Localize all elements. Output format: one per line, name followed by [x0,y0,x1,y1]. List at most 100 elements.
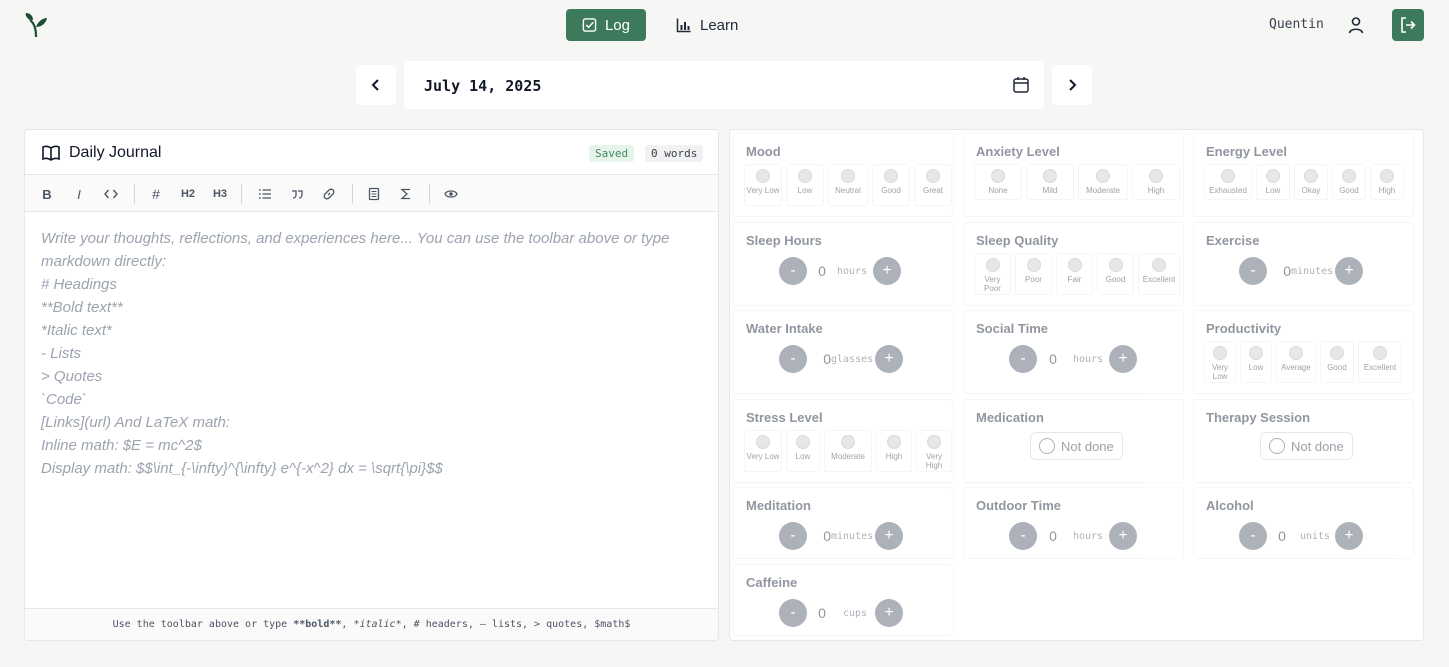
list-icon [258,189,271,199]
face-icon [1213,346,1227,360]
bold-button[interactable]: B [36,184,58,204]
sleep-hours-increment-button[interactable]: + [873,257,901,285]
caffeine-decrement-button[interactable]: - [779,599,807,627]
anxiety-option[interactable]: High [1132,164,1180,200]
mood-option[interactable]: Very Low [744,164,782,206]
productivity-option[interactable]: Very Low [1204,341,1236,383]
stress-card: Stress Level Very Low Low Moderate High … [733,399,954,483]
preview-button[interactable] [440,184,462,204]
alcohol-increment-button[interactable]: + [1335,522,1363,550]
face-icon [1043,169,1057,183]
anxiety-option[interactable]: Moderate [1078,164,1128,200]
productivity-card: Productivity Very Low Low Average Good E… [1193,310,1414,394]
sleep-quality-option[interactable]: Very Poor [974,253,1011,295]
code-button[interactable] [100,184,122,204]
sleep-hours-unit: hours [837,265,868,277]
meditation-increment-button[interactable]: + [875,522,903,550]
anxiety-option[interactable]: None [974,164,1022,200]
caffeine-increment-button[interactable]: + [875,599,903,627]
heading-button[interactable]: # [145,184,167,204]
sleep-hours-decrement-button[interactable]: - [779,257,807,285]
journal-editor[interactable]: Write your thoughts, reflections, and ex… [41,227,701,480]
mood-option[interactable]: Low [786,164,824,206]
therapy-toggle[interactable]: Not done [1260,432,1353,460]
stress-option[interactable]: Low [786,430,820,472]
water-increment-button[interactable]: + [875,345,903,373]
italic-button[interactable]: I [68,184,90,204]
h3-button[interactable]: H3 [209,184,231,204]
meditation-card: Meditation - 0 minutes + [733,487,954,559]
battery-icon [1380,169,1394,183]
journal-panel: Daily Journal Saved 0 words B I # H2 H3 … [24,129,719,641]
stress-option[interactable]: Moderate [824,430,872,472]
circle-icon [1039,438,1055,454]
energy-option[interactable]: Good [1332,164,1366,200]
productivity-option[interactable]: Low [1240,341,1272,383]
energy-option[interactable]: Exhausted [1204,164,1252,200]
outdoor-increment-button[interactable]: + [1109,522,1137,550]
social-value: 0 [1049,351,1057,367]
nav-log-button[interactable]: Log [566,9,646,41]
sleep-quality-option[interactable]: Good [1097,253,1134,295]
previous-day-button[interactable] [356,65,396,105]
next-day-button[interactable] [1052,65,1092,105]
alcohol-decrement-button[interactable]: - [1239,522,1267,550]
face-icon [1026,258,1041,272]
logout-button[interactable] [1392,9,1424,41]
exercise-decrement-button[interactable]: - [1239,257,1267,285]
energy-title: Energy Level [1206,144,1287,159]
social-decrement-button[interactable]: - [1009,345,1037,373]
face-icon [1067,258,1082,272]
energy-card: Energy Level Exhausted Low Okay Good Hig… [1193,133,1414,217]
medication-state: Not done [1061,438,1114,454]
date-picker[interactable]: July 14, 2025 [404,61,1044,109]
social-increment-button[interactable]: + [1109,345,1137,373]
caffeine-title: Caffeine [746,575,798,590]
list-button[interactable] [254,184,276,204]
mood-title: Mood [746,144,781,159]
nav-learn-button[interactable]: Learn [660,9,754,41]
lightning-icon [1342,169,1356,183]
social-card: Social Time - 0 hours + [963,310,1184,394]
h2-button[interactable]: H2 [177,184,199,204]
outdoor-decrement-button[interactable]: - [1009,522,1037,550]
link-button[interactable] [318,184,340,204]
energy-option[interactable]: High [1370,164,1404,200]
anxiety-card: Anxiety Level None Mild Moderate High [963,133,1184,217]
sigma-icon [400,188,410,200]
medication-toggle[interactable]: Not done [1030,432,1123,460]
document-button[interactable] [363,184,385,204]
nav-learn-label: Learn [700,16,739,34]
face-icon [796,435,810,449]
face-icon [927,435,941,449]
calendar-icon[interactable] [1012,76,1030,94]
mood-option[interactable]: Good [872,164,910,206]
energy-option[interactable]: Okay [1294,164,1328,200]
sleep-quality-option[interactable]: Excellent [1138,253,1180,295]
quote-button[interactable] [286,184,308,204]
user-icon[interactable] [1346,15,1366,35]
productivity-option[interactable]: Average [1276,341,1316,383]
stress-option[interactable]: Very Low [744,430,782,472]
date-label: July 14, 2025 [424,77,542,95]
productivity-option[interactable]: Excellent [1358,341,1402,383]
math-button[interactable] [395,184,417,204]
sleep-quality-option[interactable]: Fair [1056,253,1093,295]
productivity-option[interactable]: Good [1320,341,1354,383]
meditation-decrement-button[interactable]: - [779,522,807,550]
mood-option[interactable]: Neutral [828,164,868,206]
water-card: Water Intake - 0 glasses + [733,310,954,394]
energy-option[interactable]: Low [1256,164,1290,200]
stress-option[interactable]: Very High [916,430,952,472]
exercise-increment-button[interactable]: + [1335,257,1363,285]
caffeine-card: Caffeine - 0 cups + [733,564,954,636]
caffeine-unit: cups [842,607,868,619]
sleep-quality-option[interactable]: Poor [1015,253,1052,295]
mood-option[interactable]: Great [914,164,952,206]
sprout-logo-icon[interactable] [24,12,48,38]
water-decrement-button[interactable]: - [779,345,807,373]
stress-option[interactable]: High [876,430,912,472]
anxiety-option[interactable]: Mild [1026,164,1074,200]
face-icon [887,435,901,449]
face-icon [884,169,898,183]
